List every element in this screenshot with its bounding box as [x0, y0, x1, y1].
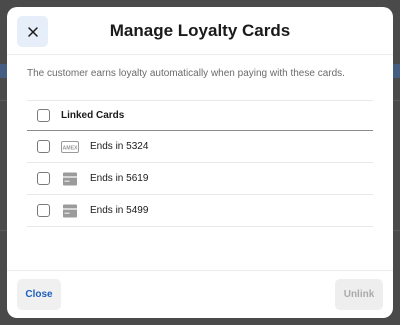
row-checkbox[interactable] [37, 172, 50, 185]
table-row: Ends in 5619 [27, 163, 373, 194]
table-row: AMEX Ends in 5324 [27, 131, 373, 162]
modal-header: Manage Loyalty Cards [7, 7, 393, 55]
linked-cards-table: Linked Cards AMEX Ends in 5324 Ends in 5… [27, 100, 373, 227]
modal-title: Manage Loyalty Cards [109, 21, 291, 40]
card-label: Ends in 5499 [90, 205, 149, 216]
row-checkbox[interactable] [37, 140, 50, 153]
card-label: Ends in 5324 [90, 141, 149, 152]
row-checkbox[interactable] [37, 204, 50, 217]
modal-description: The customer earns loyalty automatically… [27, 68, 345, 79]
loyalty-cards-modal: Manage Loyalty Cards The customer earns … [7, 7, 393, 318]
modal-footer: Close Unlink [7, 270, 393, 318]
close-button[interactable]: Close [17, 279, 61, 310]
linked-cards-header-label: Linked Cards [61, 110, 125, 121]
table-header-row: Linked Cards [27, 100, 373, 131]
select-all-checkbox[interactable] [37, 109, 50, 122]
unlink-button[interactable]: Unlink [335, 279, 383, 310]
generic-card-icon [61, 204, 79, 217]
amex-card-icon: AMEX [61, 140, 79, 153]
generic-card-icon [61, 172, 79, 185]
row-divider [27, 226, 373, 227]
svg-text:AMEX: AMEX [63, 145, 79, 151]
card-label: Ends in 5619 [90, 173, 149, 184]
table-row: Ends in 5499 [27, 195, 373, 226]
